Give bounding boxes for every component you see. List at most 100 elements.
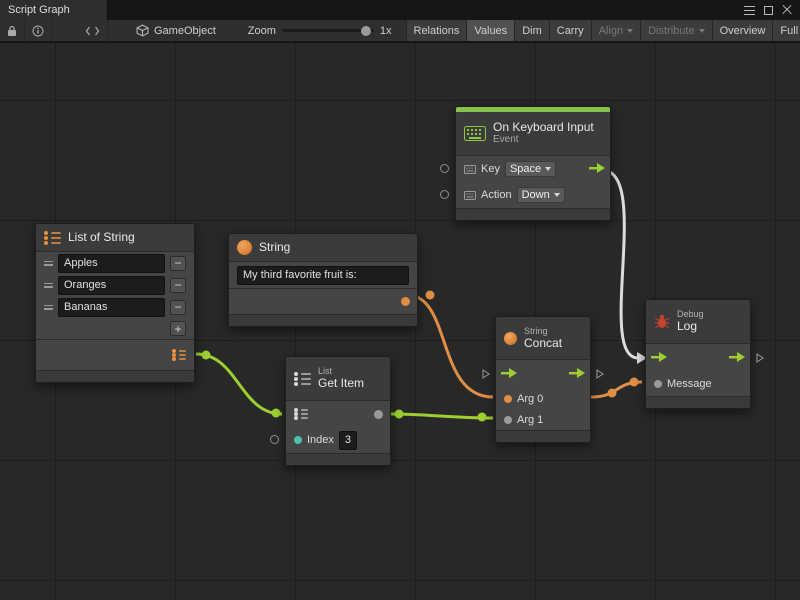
string-value-row: My third favorite fruit is: — [229, 262, 417, 288]
message-row: Message — [646, 372, 750, 396]
flow-output-port[interactable] — [589, 163, 605, 176]
bug-icon — [654, 313, 670, 330]
unity-cube-icon — [136, 24, 149, 37]
toolbar-toggles: Relations Values Dim Carry Align Distrib… — [406, 20, 800, 41]
graph-toolbar: GameObject Zoom 1x Relations Values Dim … — [0, 20, 800, 42]
chevron-down-icon — [545, 167, 551, 171]
fullscreen-button[interactable]: Full Screen — [772, 20, 800, 41]
align-button[interactable]: Align — [591, 20, 640, 41]
action-dropdown[interactable]: Down — [517, 187, 565, 203]
list-output-port[interactable] — [172, 349, 186, 361]
arg0-input-port[interactable] — [504, 395, 512, 403]
wire-string-to-concat[interactable] — [407, 295, 493, 397]
wire-concat-to-message[interactable] — [591, 382, 642, 397]
graph-canvas[interactable]: On Keyboard Input Event Key Space Action… — [0, 43, 800, 600]
wire-list-to-getitem[interactable] — [196, 354, 282, 414]
flow-input-port[interactable] — [501, 368, 517, 381]
message-input-port[interactable] — [654, 380, 662, 388]
wire-value-bubble — [395, 410, 404, 419]
remove-item-button[interactable]: − — [170, 278, 186, 293]
tabbar-spacer — [108, 0, 744, 20]
node-subtitle: Event — [493, 134, 594, 146]
node-concat[interactable]: String Concat Arg 0 Arg 1 — [495, 316, 591, 443]
wire-value-bubble — [272, 409, 281, 418]
carry-button[interactable]: Carry — [549, 20, 591, 41]
lock-icon[interactable] — [0, 20, 25, 41]
values-button[interactable]: Values — [466, 20, 514, 41]
node-list-of-string[interactable]: List of String Apples − Oranges − Banana… — [35, 223, 195, 383]
flow-output-port[interactable] — [569, 368, 585, 381]
string-output-port[interactable] — [401, 297, 410, 306]
list-item-field[interactable]: Bananas — [58, 298, 165, 317]
index-field[interactable]: 3 — [339, 431, 357, 450]
info-icon[interactable] — [25, 20, 52, 41]
relations-button[interactable]: Relations — [406, 20, 467, 41]
zoom-slider[interactable] — [282, 20, 374, 41]
index-input-port[interactable] — [294, 436, 302, 444]
node-on-keyboard-input[interactable]: On Keyboard Input Event Key Space Action… — [455, 106, 611, 221]
node-title: List of String — [68, 231, 135, 245]
node-debug-log[interactable]: Debug Log Message — [645, 299, 751, 409]
tab-script-graph[interactable]: Script Graph — [0, 0, 108, 20]
action-label: Action — [481, 189, 512, 201]
node-string-literal[interactable]: String My third favorite fruit is: — [228, 233, 418, 327]
node-header: List Get Item — [286, 357, 390, 401]
list-input-row — [286, 401, 390, 427]
add-item-button[interactable]: + — [170, 321, 186, 336]
zoom-control: Zoom 1x — [244, 20, 396, 41]
node-category: String — [524, 326, 562, 337]
keyboard-icon — [464, 126, 486, 141]
menu-icon[interactable] — [744, 6, 755, 15]
list-input-port[interactable] — [294, 408, 308, 420]
tab-title: Script Graph — [8, 4, 70, 16]
flow-input-port[interactable] — [651, 352, 667, 365]
distribute-button[interactable]: Distribute — [640, 20, 711, 41]
code-icon[interactable] — [78, 20, 108, 41]
zoom-slider-handle[interactable] — [361, 26, 371, 36]
arg1-input-port[interactable] — [504, 416, 512, 424]
action-input-port[interactable] — [440, 190, 449, 199]
relation-triangle-icon — [756, 352, 764, 367]
item-output-port[interactable] — [374, 410, 383, 419]
index-outer-port[interactable] — [270, 435, 279, 444]
string-output-row — [229, 288, 417, 314]
arg0-row: Arg 0 — [496, 388, 590, 409]
node-title: On Keyboard Input — [493, 121, 594, 135]
node-title: Log — [677, 320, 704, 334]
drag-handle-icon[interactable] — [44, 283, 53, 288]
drag-handle-icon[interactable] — [44, 305, 53, 310]
window-controls — [744, 0, 800, 20]
node-get-item[interactable]: List Get Item Index 3 — [285, 356, 391, 466]
string-value-field[interactable]: My third favorite fruit is: — [237, 266, 409, 285]
list-output-row — [36, 340, 194, 370]
overview-button[interactable]: Overview — [712, 20, 773, 41]
keyboard-mini-icon — [464, 165, 476, 174]
flow-output-port[interactable] — [729, 352, 745, 365]
add-item-row: + — [36, 318, 194, 340]
message-label: Message — [667, 378, 712, 390]
string-type-icon — [237, 240, 252, 255]
gameobject-selector[interactable]: GameObject — [126, 20, 226, 41]
index-row: Index 3 — [286, 427, 390, 453]
remove-item-button[interactable]: − — [170, 300, 186, 315]
drag-handle-icon[interactable] — [44, 261, 53, 266]
wire-value-bubble — [608, 389, 617, 398]
key-dropdown[interactable]: Space — [505, 161, 556, 177]
node-title: Concat — [524, 337, 562, 351]
arg1-label: Arg 1 — [517, 414, 543, 426]
wire-value-bubble — [630, 378, 639, 387]
dim-button[interactable]: Dim — [514, 20, 549, 41]
list-item-field[interactable]: Apples — [58, 254, 165, 273]
maximize-icon[interactable] — [764, 6, 773, 15]
close-icon[interactable] — [782, 5, 792, 15]
list-item-row: Oranges − — [36, 274, 194, 296]
node-footer — [229, 314, 417, 326]
node-footer — [286, 453, 390, 465]
remove-item-button[interactable]: − — [170, 256, 186, 271]
wire-getitem-to-concat[interactable] — [391, 414, 493, 418]
key-input-port[interactable] — [440, 164, 449, 173]
flow-row — [646, 344, 750, 372]
node-footer — [646, 396, 750, 408]
list-item-field[interactable]: Oranges — [58, 276, 165, 295]
keyboard-mini-icon — [464, 191, 476, 200]
